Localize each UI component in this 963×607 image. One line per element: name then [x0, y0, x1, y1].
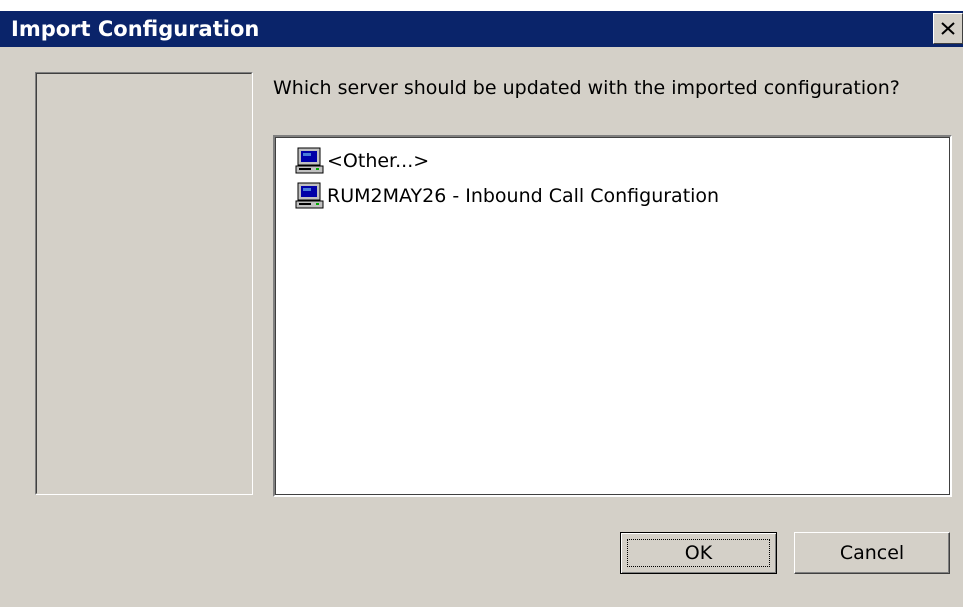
ok-button[interactable]: OK — [620, 532, 777, 574]
computer-icon — [295, 182, 325, 210]
cancel-button-label: Cancel — [839, 542, 905, 564]
list-item-rum2may26[interactable]: RUM2MAY26 - Inbound Call Configuration — [295, 182, 719, 210]
list-item-label: <Other...> — [327, 150, 430, 172]
list-item-other[interactable]: <Other...> — [295, 147, 429, 175]
server-listbox[interactable]: <Other...> RUM2MAY26 - Inbound Call Conf… — [273, 135, 952, 497]
cancel-button[interactable]: Cancel — [794, 532, 950, 574]
dialog-title: Import Configuration — [11, 17, 260, 41]
close-button[interactable] — [933, 13, 963, 44]
close-icon — [941, 22, 955, 35]
wizard-image-panel — [35, 72, 253, 495]
computer-icon — [295, 147, 325, 175]
titlebar-strip: Import Configuration — [0, 0, 963, 47]
import-configuration-dialog: Import Configuration Which server should… — [0, 0, 963, 607]
prompt-text: Which server should be updated with the … — [273, 77, 900, 99]
list-item-label: RUM2MAY26 - Inbound Call Configuration — [327, 185, 720, 207]
ok-button-label: OK — [684, 542, 713, 564]
